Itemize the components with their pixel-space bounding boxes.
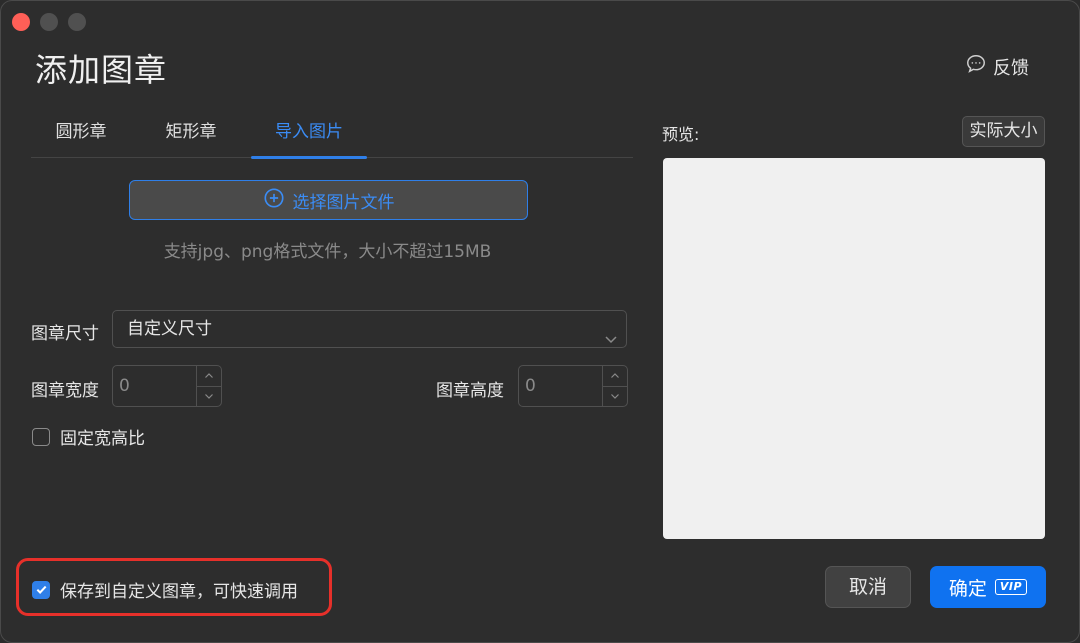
window-controls <box>12 13 86 31</box>
maximize-window-button[interactable] <box>68 13 86 31</box>
stepper-arrows <box>602 366 627 406</box>
close-window-button[interactable] <box>12 13 30 31</box>
stamp-width-label: 图章宽度 <box>31 381 99 401</box>
dialog-window: 添加图章 反馈 圆形章 矩形章 导入图片 选择图片文件 支持jpg、png格式文… <box>0 0 1080 643</box>
width-increment-button[interactable] <box>197 366 221 387</box>
stamp-height-input[interactable] <box>519 366 603 406</box>
stamp-width-input[interactable] <box>113 366 197 406</box>
vip-badge: VIP <box>994 579 1028 595</box>
stepper-arrows <box>196 366 221 406</box>
chevron-down-icon <box>604 323 618 344</box>
cancel-button[interactable]: 取消 <box>825 566 911 608</box>
confirm-label: 确定 <box>948 577 987 600</box>
stamp-width-stepper <box>112 365 222 407</box>
choose-image-label: 选择图片文件 <box>292 192 395 213</box>
stamp-size-select[interactable]: 自定义尺寸 <box>112 310 627 348</box>
height-decrement-button[interactable] <box>603 386 627 406</box>
fixed-ratio-label: 固定宽高比 <box>60 429 145 449</box>
stamp-type-tabs: 圆形章 矩形章 导入图片 <box>31 113 633 159</box>
feedback-button[interactable]: 反馈 <box>965 53 1029 80</box>
save-custom-label: 保存到自定义图章，可快速调用 <box>60 582 298 602</box>
tab-rect-stamp[interactable]: 矩形章 <box>141 113 241 155</box>
preview-area <box>663 158 1045 539</box>
upload-hint: 支持jpg、png格式文件，大小不超过15MB <box>163 242 492 262</box>
fixed-ratio-checkbox[interactable]: 固定宽高比 <box>32 424 145 449</box>
width-decrement-button[interactable] <box>197 386 221 406</box>
minimize-window-button[interactable] <box>40 13 58 31</box>
preview-label: 预览: <box>662 125 700 144</box>
actual-size-button[interactable]: 实际大小 <box>962 116 1045 147</box>
stamp-height-stepper <box>518 365 628 407</box>
height-increment-button[interactable] <box>603 366 627 387</box>
save-custom-checkbox[interactable]: 保存到自定义图章，可快速调用 <box>32 577 298 602</box>
plus-circle-icon <box>263 187 285 214</box>
checkbox-checked-icon[interactable] <box>32 580 50 599</box>
stamp-size-value: 自定义尺寸 <box>127 319 212 339</box>
stamp-height-label: 图章高度 <box>436 381 504 401</box>
tab-import-image[interactable]: 导入图片 <box>251 113 367 155</box>
chat-bubble-icon <box>965 53 987 80</box>
choose-image-button[interactable]: 选择图片文件 <box>129 180 528 220</box>
tab-circle-stamp[interactable]: 圆形章 <box>31 113 131 155</box>
checkbox-unchecked-icon[interactable] <box>32 427 50 446</box>
confirm-button[interactable]: 确定 VIP <box>930 566 1046 608</box>
dialog-title: 添加图章 <box>35 51 168 89</box>
active-tab-indicator <box>251 156 367 159</box>
stamp-size-label: 图章尺寸 <box>31 324 99 344</box>
feedback-label: 反馈 <box>993 57 1029 79</box>
